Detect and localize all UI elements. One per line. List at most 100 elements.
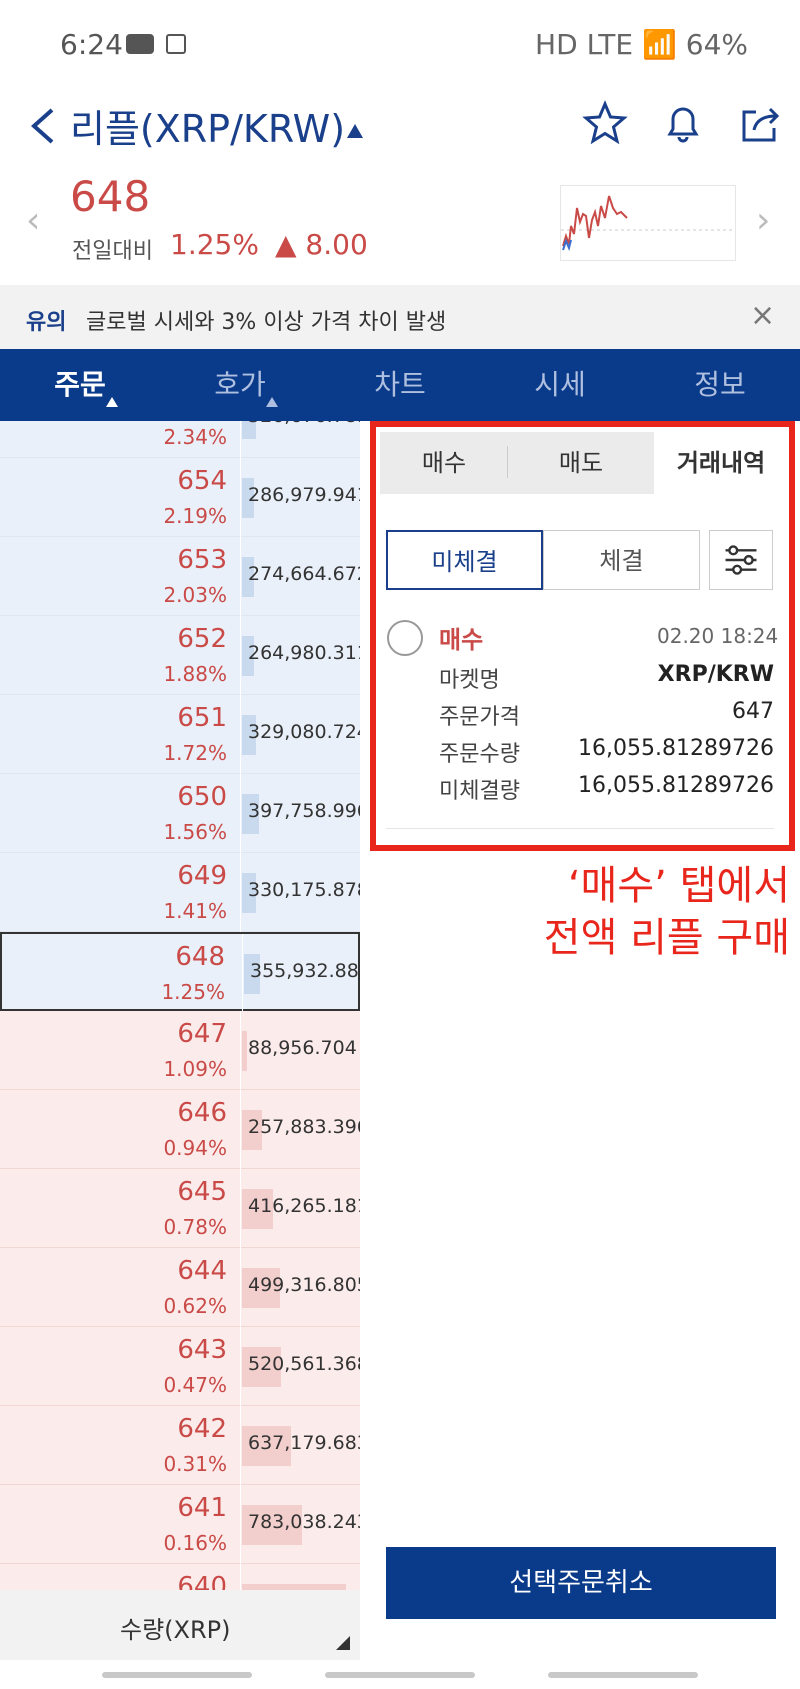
back-arrow-icon[interactable] — [26, 106, 66, 146]
subtab-history[interactable]: 거래내역 — [654, 432, 788, 494]
order-book-row[interactable]: 6552.34%326,676.789 — [0, 421, 360, 458]
row-change-rate: 1.72% — [163, 741, 227, 765]
row-change-rate: 0.62% — [163, 1294, 227, 1318]
filter-unfilled-button[interactable]: 미체결 — [386, 530, 543, 590]
column-divider — [240, 616, 241, 695]
tab-quote-label: 호가 — [214, 368, 266, 401]
row-price: 646 — [177, 1098, 227, 1128]
row-price: 641 — [177, 1493, 227, 1523]
order-book-row[interactable]: 642 0.31% 637,179.683 — [0, 1406, 360, 1485]
row-change-rate: 1.56% — [163, 820, 227, 844]
row-price: 653 — [177, 545, 227, 575]
tab-quote[interactable]: 호가 — [160, 349, 320, 421]
order-price-value: 647 — [732, 699, 774, 724]
order-book-row-current[interactable]: 648 1.25% 355,932.884 — [0, 932, 360, 1013]
row-quantity: 397,758.996 — [248, 800, 360, 822]
subtab-buy[interactable]: 매수 — [380, 432, 508, 494]
order-book-footer[interactable]: 수량(XRP) — [0, 1590, 360, 1660]
share-icon[interactable] — [738, 100, 784, 146]
tab-market[interactable]: 시세 — [480, 349, 640, 421]
row-quantity: 783,038.243 — [248, 1511, 360, 1533]
order-book-row[interactable]: 649 1.41% 330,175.878 — [0, 853, 360, 932]
row-quantity: 286,979.941 — [248, 484, 360, 506]
close-icon[interactable]: × — [750, 298, 775, 333]
market-value: XRP/KRW — [657, 662, 774, 687]
row-quantity: 330,175.878 — [248, 879, 360, 901]
filter-filled-button[interactable]: 체결 — [543, 530, 700, 590]
tab-chart[interactable]: 차트 — [320, 349, 480, 421]
mini-price-chart[interactable] — [560, 185, 736, 261]
unfilled-qty-value: 16,055.81289726 — [578, 773, 774, 798]
market-label: 마켓명 — [439, 668, 500, 693]
star-icon[interactable] — [582, 100, 628, 146]
row-price: 640 — [177, 1572, 227, 1590]
unfilled-qty-label: 미체결량 — [439, 779, 520, 804]
order-book-row[interactable]: 647 1.09% 88,956.704 — [0, 1011, 360, 1090]
row-change-rate: 0.16% — [163, 1531, 227, 1555]
youtube-icon — [126, 34, 154, 54]
row-price: 644 — [177, 1256, 227, 1286]
row-price: 643 — [177, 1335, 227, 1365]
next-coin-arrow-icon[interactable]: › — [756, 200, 770, 241]
column-divider — [240, 1090, 241, 1169]
row-quantity: 355,932.884 — [250, 960, 360, 982]
row-change-rate: 0.94% — [163, 1136, 227, 1160]
change-amount: ▲ 8.00 — [275, 228, 368, 261]
nav-bar-indicator — [102, 1672, 252, 1678]
column-divider — [240, 1011, 241, 1090]
tab-order-corner-icon — [106, 397, 118, 407]
tab-info[interactable]: 정보 — [640, 349, 800, 421]
corner-dropdown-icon — [336, 1636, 350, 1650]
order-type: 매수 — [439, 626, 484, 654]
order-book-row[interactable]: 640 — [0, 1564, 360, 1590]
order-book-row[interactable]: 646 0.94% 257,883.396 — [0, 1090, 360, 1169]
row-change-rate: 2.03% — [163, 583, 227, 607]
row-price: 647 — [177, 1019, 227, 1049]
title-dropdown-icon[interactable] — [347, 124, 363, 138]
order-book-row[interactable]: 641 0.16% 783,038.243 — [0, 1485, 360, 1564]
tab-quote-corner-icon — [266, 397, 278, 407]
page-title[interactable]: 리플(XRP/KRW) — [70, 98, 345, 153]
order-book-row[interactable]: 654 2.19% 286,979.941 — [0, 458, 360, 537]
divider — [386, 828, 774, 829]
column-divider — [240, 1248, 241, 1327]
order-book-row[interactable]: 644 0.62% 499,316.805 — [0, 1248, 360, 1327]
column-divider — [240, 458, 241, 537]
order-book-row[interactable]: 645 0.78% 416,265.181 — [0, 1169, 360, 1248]
row-change-rate: 1.25% — [161, 980, 225, 1004]
row-price: 650 — [177, 782, 227, 812]
column-divider — [240, 1485, 241, 1564]
volume-bar — [242, 1031, 247, 1071]
current-price: 648 — [70, 172, 151, 221]
prev-coin-arrow-icon[interactable]: ‹ — [26, 200, 40, 241]
row-quantity: 326,676.789 — [248, 421, 360, 427]
order-book-row[interactable]: 651 1.72% 329,080.724 — [0, 695, 360, 774]
subtab-sell[interactable]: 매도 — [508, 432, 654, 494]
quantity-unit-label: 수량(XRP) — [120, 1616, 231, 1644]
row-quantity: 274,664.672 — [248, 563, 360, 585]
bell-icon[interactable] — [660, 100, 706, 146]
order-book-row[interactable]: 652 1.88% 264,980.311 — [0, 616, 360, 695]
row-change-rate: 2.34% — [163, 425, 227, 449]
order-select-radio[interactable] — [387, 620, 423, 656]
column-divider — [240, 1406, 241, 1485]
row-change-rate: 0.47% — [163, 1373, 227, 1397]
order-price-label: 주문가격 — [439, 705, 520, 730]
tab-order-label: 주문 — [54, 368, 106, 401]
status-time: 6:24 — [60, 28, 123, 61]
order-book-row[interactable]: 650 1.56% 397,758.996 — [0, 774, 360, 853]
change-percent: 1.25% — [170, 228, 259, 261]
row-change-rate: 0.78% — [163, 1215, 227, 1239]
order-book-row[interactable]: 653 2.03% 274,664.672 — [0, 537, 360, 616]
column-divider — [240, 853, 241, 932]
tab-order[interactable]: 주문 — [0, 349, 160, 421]
row-price: 651 — [177, 703, 227, 733]
row-change-rate: 2.19% — [163, 504, 227, 528]
cancel-selected-order-button[interactable]: 선택주문취소 — [386, 1547, 776, 1619]
nav-bar-indicator — [548, 1672, 698, 1678]
row-change-rate: 1.41% — [163, 899, 227, 923]
order-book[interactable]: 6552.34%326,676.7896542.19%286,979.94165… — [0, 421, 360, 1590]
order-book-row[interactable]: 643 0.47% 520,561.368 — [0, 1327, 360, 1406]
column-divider — [240, 774, 241, 853]
filter-settings-icon[interactable] — [709, 530, 773, 590]
